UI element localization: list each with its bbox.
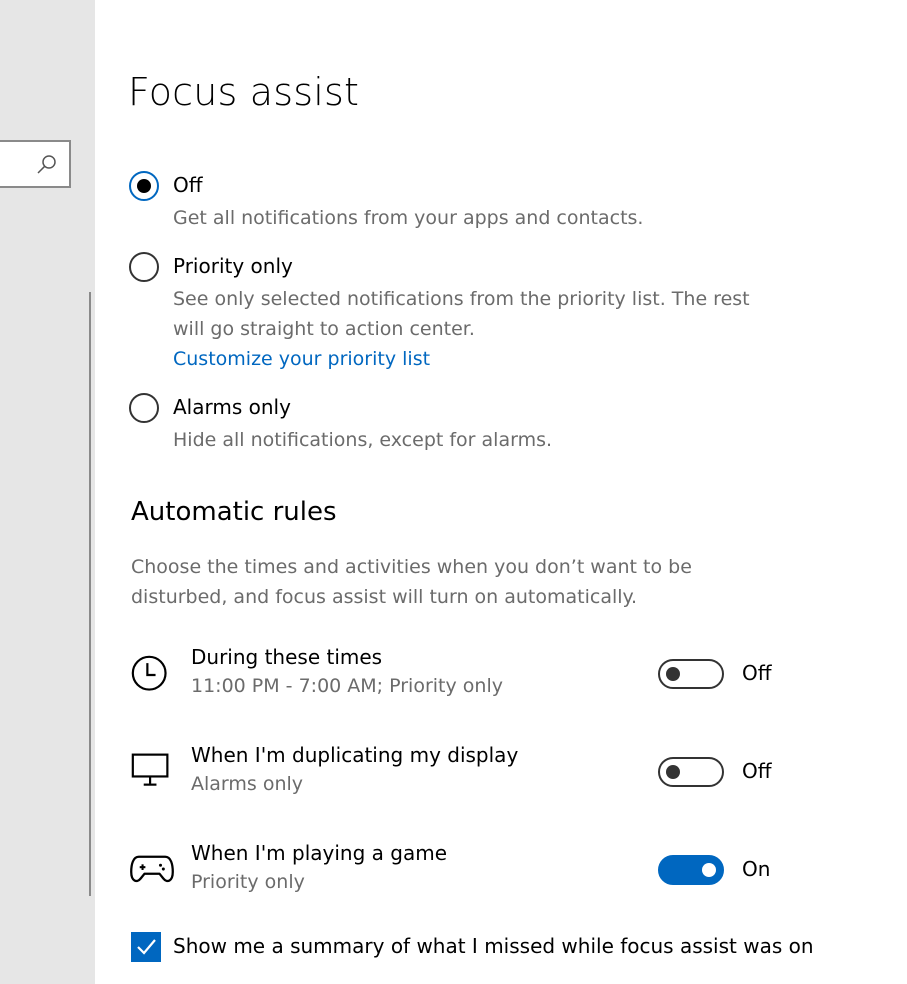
- radio-label[interactable]: Priority only: [173, 254, 293, 278]
- summary-checkbox-label[interactable]: Show me a summary of what I missed while…: [173, 934, 814, 958]
- sidebar: [0, 0, 95, 984]
- rule-during-these-times[interactable]: During these times 11:00 PM - 7:00 AM; P…: [129, 645, 829, 705]
- toggle-duplicating-display[interactable]: [658, 757, 724, 787]
- radio-label[interactable]: Off: [173, 173, 203, 197]
- radio-description-text: See only selected notifications from the…: [173, 288, 750, 340]
- radio-description: Get all notifications from your apps and…: [173, 207, 644, 229]
- toggle-state-label: On: [742, 857, 771, 881]
- radio-description: Hide all notifications, except for alarm…: [173, 429, 553, 451]
- toggle-knob: [666, 667, 680, 681]
- toggle-state-label: Off: [742, 759, 772, 783]
- rule-duplicating-display[interactable]: When I'm duplicating my display Alarms o…: [129, 743, 829, 803]
- rule-subtitle: Alarms only: [191, 773, 304, 795]
- rule-title[interactable]: When I'm playing a game: [191, 841, 447, 865]
- rule-playing-game[interactable]: When I'm playing a game Priority only On: [129, 841, 829, 901]
- checkmark-icon: [137, 939, 156, 955]
- customize-priority-list-link[interactable]: Customize your priority list: [173, 344, 430, 374]
- rule-title[interactable]: When I'm duplicating my display: [191, 743, 518, 767]
- gamepad-icon: [130, 855, 174, 883]
- rule-subtitle: Priority only: [191, 871, 305, 893]
- rule-title[interactable]: During these times: [191, 645, 382, 669]
- section-title: Automatic rules: [131, 497, 337, 527]
- summary-checkbox[interactable]: [131, 932, 161, 962]
- search-input[interactable]: [0, 140, 71, 188]
- summary-checkbox-row[interactable]: Show me a summary of what I missed while…: [131, 932, 871, 962]
- main-content: Focus assist Off Get all notifications f…: [95, 0, 907, 984]
- radio-label[interactable]: Alarms only: [173, 395, 291, 419]
- page-title: Focus assist: [128, 70, 360, 114]
- radio-button-priority-only[interactable]: [129, 252, 159, 282]
- radio-button-alarms-only[interactable]: [129, 393, 159, 423]
- toggle-knob: [666, 765, 680, 779]
- section-description: Choose the times and activities when you…: [131, 556, 692, 608]
- clock-icon: [131, 655, 167, 691]
- toggle-during-these-times[interactable]: [658, 659, 724, 689]
- toggle-playing-game[interactable]: [658, 855, 724, 885]
- scrollbar[interactable]: [89, 292, 91, 896]
- toggle-knob: [702, 863, 716, 877]
- radio-button-off[interactable]: [129, 171, 159, 201]
- radio-description: See only selected notifications from the…: [173, 284, 793, 374]
- search-icon[interactable]: [36, 154, 58, 176]
- rule-subtitle: 11:00 PM - 7:00 AM; Priority only: [191, 675, 503, 697]
- monitor-icon: [131, 753, 169, 786]
- toggle-state-label: Off: [742, 661, 772, 685]
